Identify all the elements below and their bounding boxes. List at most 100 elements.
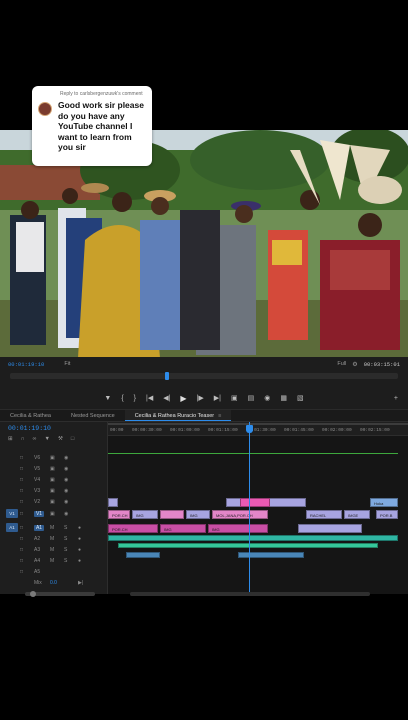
lift-icon[interactable]: ▣ (231, 393, 238, 405)
snap-icon[interactable]: ∩ (21, 436, 25, 442)
source-patch-a1[interactable]: A1 (6, 523, 18, 532)
track-v3[interactable]: □ V3 ▣ ◉ (0, 485, 108, 496)
sync-icon[interactable]: ▣ (50, 455, 58, 461)
mic-icon[interactable]: ● (78, 547, 86, 553)
linked-selection-icon[interactable]: ∞ (33, 436, 37, 442)
track-a1[interactable]: A1 □ A1 M S ● (0, 522, 108, 533)
clip[interactable]: MOL,JANA,POR.CH (212, 510, 268, 519)
track-v1[interactable]: V1 □ V1 ▣ ◉ (0, 508, 108, 519)
eye-icon[interactable]: ◉ (64, 511, 72, 517)
track-a5[interactable]: □ A5 (0, 566, 108, 577)
clip[interactable] (240, 498, 270, 507)
clip[interactable]: IMG (186, 510, 210, 519)
lock-icon[interactable]: □ (20, 499, 28, 505)
captions-icon[interactable]: □ (71, 436, 74, 442)
mark-in-icon[interactable]: ▼ (104, 393, 111, 405)
lock-icon[interactable]: □ (20, 511, 28, 517)
sync-icon[interactable]: ▣ (50, 499, 58, 505)
track-a2[interactable]: □ A2 M S ● (0, 533, 108, 544)
lock-icon[interactable]: □ (20, 466, 28, 472)
eye-icon[interactable]: ◉ (64, 455, 72, 461)
program-playhead[interactable] (165, 372, 169, 380)
eye-icon[interactable]: ◉ (64, 488, 72, 494)
sync-icon[interactable]: ▣ (50, 511, 58, 517)
mic-icon[interactable]: ● (78, 536, 86, 542)
clip[interactable]: IMG (132, 510, 158, 519)
track-v5[interactable]: □ V5 ▣ ◉ (0, 463, 108, 474)
lock-icon[interactable]: □ (20, 488, 28, 494)
timeline-horizontal-scrollbar[interactable] (130, 592, 370, 596)
go-to-in-icon[interactable]: |◀ (146, 393, 153, 405)
sync-icon[interactable]: ▣ (50, 466, 58, 472)
zoom-fit-dropdown[interactable]: Fit (64, 361, 70, 367)
mic-icon[interactable]: ● (78, 558, 86, 564)
marker-icon[interactable]: ▼ (44, 436, 49, 442)
timeline-timecode[interactable]: 00:01:19:10 (8, 425, 51, 432)
track-v2[interactable]: □ V2 ▣ ◉ (0, 496, 108, 507)
track-a4[interactable]: □ A4 M S ● (0, 555, 108, 566)
audio-clip[interactable]: POR.CH (108, 524, 158, 533)
mute-icon[interactable]: M (50, 547, 58, 553)
solo-icon[interactable]: S (64, 525, 72, 531)
eye-icon[interactable]: ◉ (64, 477, 72, 483)
mark-out-icon[interactable]: { (121, 393, 123, 405)
tab-nested-sequence[interactable]: Nested Sequence (61, 410, 125, 421)
lock-icon[interactable]: □ (20, 477, 28, 483)
step-forward-icon[interactable]: |▶ (197, 393, 204, 405)
add-button-icon[interactable]: + (394, 395, 398, 402)
reply-comment-bubble[interactable]: Reply to carlsbergenzuwk's comment Good … (32, 86, 152, 166)
source-patch-v1[interactable]: V1 (6, 509, 18, 518)
vr-icon[interactable]: ▧ (297, 393, 304, 405)
clip[interactable]: IMGE (344, 510, 370, 519)
track-height-knob[interactable] (30, 591, 36, 597)
mark-clip-icon[interactable]: } (134, 393, 136, 405)
lock-icon[interactable]: □ (20, 547, 28, 553)
audio-clip[interactable]: IMG (160, 524, 206, 533)
resolution-dropdown[interactable]: Full (337, 361, 346, 367)
go-to-out-icon[interactable]: ▶| (214, 393, 221, 405)
timeline-playhead[interactable] (246, 425, 253, 433)
extract-icon[interactable]: ▤ (248, 393, 255, 405)
eye-icon[interactable]: ◉ (64, 499, 72, 505)
timeline-tracks-area[interactable]: 00:00 00:00:30:00 00:01:00:00 00:01:15:0… (108, 422, 408, 596)
mix-volume[interactable]: 0.0 (50, 580, 64, 586)
audio-clip[interactable] (298, 524, 362, 533)
time-ruler[interactable]: 00:00 00:00:30:00 00:01:00:00 00:01:15:0… (108, 422, 408, 436)
lock-icon[interactable]: □ (20, 525, 28, 531)
program-timecode[interactable]: 00:01:19:10 (8, 361, 44, 368)
clip[interactable]: POR.CH (108, 510, 130, 519)
sync-icon[interactable]: ▣ (50, 488, 58, 494)
lock-icon[interactable]: □ (20, 536, 28, 542)
clip[interactable]: Hoka (370, 498, 398, 507)
audio-clip[interactable] (238, 552, 304, 558)
audio-clip[interactable] (118, 543, 378, 548)
track-mix[interactable]: Mix 0.0 ▶| (0, 577, 108, 588)
mute-icon[interactable]: M (50, 558, 58, 564)
lock-icon[interactable]: □ (20, 455, 28, 461)
program-scrub-bar[interactable] (10, 373, 398, 379)
track-v6[interactable]: □ V6 ▣ ◉ (0, 452, 108, 463)
clip[interactable]: POR.B (376, 510, 398, 519)
solo-icon[interactable]: S (64, 547, 72, 553)
sync-icon[interactable]: ▣ (50, 477, 58, 483)
lock-icon[interactable]: □ (20, 569, 28, 575)
mic-icon[interactable]: ● (78, 525, 86, 531)
wrench-icon[interactable]: ⚒ (58, 436, 63, 442)
track-v4[interactable]: □ V4 ▣ ◉ (0, 474, 108, 485)
audio-clip[interactable] (108, 535, 398, 541)
tab-ruracio-teaser[interactable]: Cecilia & Rathea Ruracio Teaser ≡ (124, 410, 232, 421)
mute-icon[interactable]: M (50, 536, 58, 542)
solo-icon[interactable]: S (64, 536, 72, 542)
export-frame-icon[interactable]: ◉ (264, 393, 270, 405)
solo-icon[interactable]: S (64, 558, 72, 564)
eye-icon[interactable]: ◉ (64, 466, 72, 472)
tab-cecilia-rathea[interactable]: Cecilia & Rathea (0, 410, 61, 421)
audio-clip[interactable]: IMG (208, 524, 268, 533)
wrench-icon[interactable]: ⚙ (352, 361, 357, 368)
lock-icon[interactable]: □ (20, 558, 28, 564)
nest-icon[interactable]: ⊞ (8, 436, 13, 442)
close-tab-icon[interactable]: ≡ (218, 413, 221, 419)
play-icon[interactable]: ▶ (180, 393, 186, 405)
clip[interactable]: RACHEL (306, 510, 342, 519)
track-a3[interactable]: □ A3 M S ● (0, 544, 108, 555)
